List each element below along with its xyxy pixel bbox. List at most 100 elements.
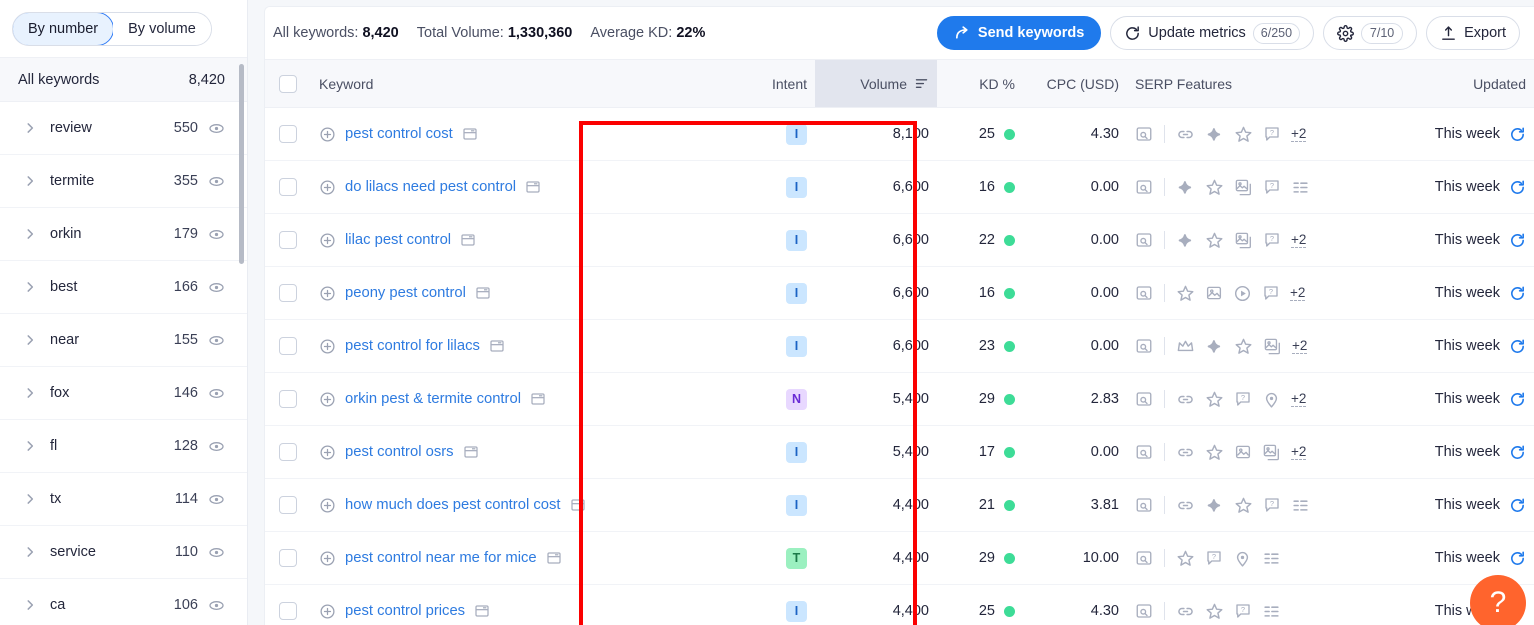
table-row[interactable]: pest control prices I 4,400 25 4.30? This wee… bbox=[265, 584, 1534, 625]
chevron-right-icon[interactable] bbox=[22, 332, 38, 348]
table-row[interactable]: pest control osrs I 5,400 17 0.00 +2 This week bbox=[265, 425, 1534, 479]
star-icon[interactable] bbox=[1176, 284, 1195, 303]
serp-more-count[interactable]: +2 bbox=[1291, 444, 1307, 461]
intent-badge[interactable]: T bbox=[786, 547, 807, 569]
serp-more-count[interactable]: +2 bbox=[1292, 338, 1308, 355]
sidebar-item-tx[interactable]: tx 114 bbox=[0, 473, 247, 526]
table-row[interactable]: orkin pest & termite control N 5,400 29 2.83… bbox=[265, 372, 1534, 426]
header-keyword[interactable]: Keyword bbox=[311, 59, 731, 108]
sidebar-item-ca[interactable]: ca 106 bbox=[0, 579, 247, 625]
serp-more-count[interactable]: +2 bbox=[1291, 391, 1307, 408]
search-preview-icon[interactable] bbox=[1135, 178, 1153, 196]
volume-sort-control[interactable]: Volume bbox=[860, 76, 929, 92]
refresh-row-icon[interactable] bbox=[1509, 391, 1526, 408]
search-preview-icon[interactable] bbox=[1135, 443, 1153, 461]
list-icon[interactable] bbox=[1291, 178, 1310, 197]
settings-button[interactable]: 7/10 bbox=[1323, 16, 1418, 50]
image-pack-icon[interactable] bbox=[1234, 178, 1253, 197]
sidebar-item-fl[interactable]: fl 128 bbox=[0, 420, 247, 473]
link-icon[interactable] bbox=[1176, 443, 1195, 462]
help-button[interactable]: ? bbox=[1470, 575, 1526, 625]
sidebar-item-service[interactable]: service 110 bbox=[0, 526, 247, 579]
search-preview-icon[interactable] bbox=[1135, 549, 1153, 567]
keyword-link[interactable]: do lilacs need pest control bbox=[345, 179, 516, 195]
refresh-row-icon[interactable] bbox=[1509, 179, 1526, 196]
chevron-right-icon[interactable] bbox=[22, 385, 38, 401]
select-all-checkbox[interactable] bbox=[279, 74, 297, 93]
ai-overview-icon[interactable] bbox=[1176, 178, 1195, 197]
table-row[interactable]: pest control for lilacs I 6,600 23 0.00 +2 Thi… bbox=[265, 319, 1534, 373]
keyword-link[interactable]: lilac pest control bbox=[345, 232, 451, 248]
keyword-link[interactable]: peony pest control bbox=[345, 285, 466, 301]
search-preview-icon[interactable] bbox=[1135, 284, 1153, 302]
ai-overview-icon[interactable] bbox=[1176, 231, 1195, 250]
sidebar-scrollbar[interactable] bbox=[239, 64, 244, 264]
serp-preview-icon[interactable] bbox=[460, 232, 476, 248]
list-icon[interactable] bbox=[1262, 549, 1281, 568]
serp-preview-icon[interactable] bbox=[530, 391, 546, 407]
image-pack-icon[interactable] bbox=[1262, 443, 1281, 462]
intent-badge[interactable]: I bbox=[786, 229, 807, 251]
keyword-link[interactable]: pest control cost bbox=[345, 126, 453, 142]
table-row[interactable]: pest control cost I 8,100 25 4.30? +2 This wee… bbox=[265, 107, 1534, 161]
table-row[interactable]: how much does pest control cost I 4,400 21 3… bbox=[265, 478, 1534, 532]
serp-preview-icon[interactable] bbox=[570, 497, 586, 513]
intent-badge[interactable]: N bbox=[786, 388, 807, 410]
sidebar-item-fox[interactable]: fox 146 bbox=[0, 367, 247, 420]
sidebar-item-near[interactable]: near 155 bbox=[0, 314, 247, 367]
keyword-link[interactable]: pest control prices bbox=[345, 603, 465, 619]
image-pack-icon[interactable] bbox=[1263, 337, 1282, 356]
refresh-row-icon[interactable] bbox=[1509, 338, 1526, 355]
keyword-link[interactable]: orkin pest & termite control bbox=[345, 391, 521, 407]
refresh-row-icon[interactable] bbox=[1509, 444, 1526, 461]
sidebar-item-review[interactable]: review 550 bbox=[0, 102, 247, 155]
chevron-right-icon[interactable] bbox=[22, 597, 38, 613]
table-row[interactable]: do lilacs need pest control I 6,600 16 0.00?… bbox=[265, 160, 1534, 214]
serp-more-count[interactable]: +2 bbox=[1290, 285, 1306, 302]
link-icon[interactable] bbox=[1176, 125, 1195, 144]
row-checkbox[interactable] bbox=[279, 284, 297, 302]
eye-icon[interactable] bbox=[208, 491, 225, 508]
chevron-right-icon[interactable] bbox=[22, 120, 38, 136]
intent-badge[interactable]: I bbox=[786, 123, 807, 145]
row-checkbox[interactable] bbox=[279, 231, 297, 249]
star-icon[interactable] bbox=[1234, 125, 1253, 144]
faq-icon[interactable]: ? bbox=[1234, 602, 1252, 620]
row-checkbox[interactable] bbox=[279, 496, 297, 514]
serp-preview-icon[interactable] bbox=[525, 179, 541, 195]
intent-badge[interactable]: I bbox=[786, 335, 807, 357]
star-icon[interactable] bbox=[1205, 178, 1224, 197]
star-icon[interactable] bbox=[1234, 337, 1253, 356]
refresh-row-icon[interactable] bbox=[1509, 550, 1526, 567]
search-preview-icon[interactable] bbox=[1135, 231, 1153, 249]
star-icon[interactable] bbox=[1234, 496, 1253, 515]
search-preview-icon[interactable] bbox=[1135, 496, 1153, 514]
sidebar-item-best[interactable]: best 166 bbox=[0, 261, 247, 314]
faq-icon[interactable]: ? bbox=[1262, 284, 1280, 302]
add-keyword-icon[interactable] bbox=[319, 391, 336, 408]
row-checkbox[interactable] bbox=[279, 549, 297, 567]
keyword-link[interactable]: pest control near me for mice bbox=[345, 550, 537, 566]
list-icon[interactable] bbox=[1291, 496, 1310, 515]
serp-more-count[interactable]: +2 bbox=[1291, 126, 1307, 143]
row-checkbox[interactable] bbox=[279, 337, 297, 355]
refresh-row-icon[interactable] bbox=[1509, 285, 1526, 302]
header-cpc[interactable]: CPC (USD) bbox=[1023, 59, 1127, 108]
video-icon[interactable] bbox=[1233, 284, 1252, 303]
serp-preview-icon[interactable] bbox=[474, 603, 490, 619]
faq-icon[interactable]: ? bbox=[1263, 178, 1281, 196]
star-icon[interactable] bbox=[1205, 390, 1224, 409]
star-icon[interactable] bbox=[1205, 602, 1224, 621]
map-pin-icon[interactable] bbox=[1262, 390, 1281, 409]
add-keyword-icon[interactable] bbox=[319, 126, 336, 143]
add-keyword-icon[interactable] bbox=[319, 232, 336, 249]
serp-preview-icon[interactable] bbox=[546, 550, 562, 566]
intent-badge[interactable]: I bbox=[786, 282, 807, 304]
serp-preview-icon[interactable] bbox=[489, 338, 505, 354]
intent-badge[interactable]: I bbox=[786, 494, 807, 516]
table-row[interactable]: lilac pest control I 6,600 22 0.00? +2 This we… bbox=[265, 213, 1534, 267]
ai-overview-icon[interactable] bbox=[1205, 125, 1224, 144]
serp-more-count[interactable]: +2 bbox=[1291, 232, 1307, 249]
sidebar-item-termite[interactable]: termite 355 bbox=[0, 155, 247, 208]
search-preview-icon[interactable] bbox=[1135, 337, 1153, 355]
